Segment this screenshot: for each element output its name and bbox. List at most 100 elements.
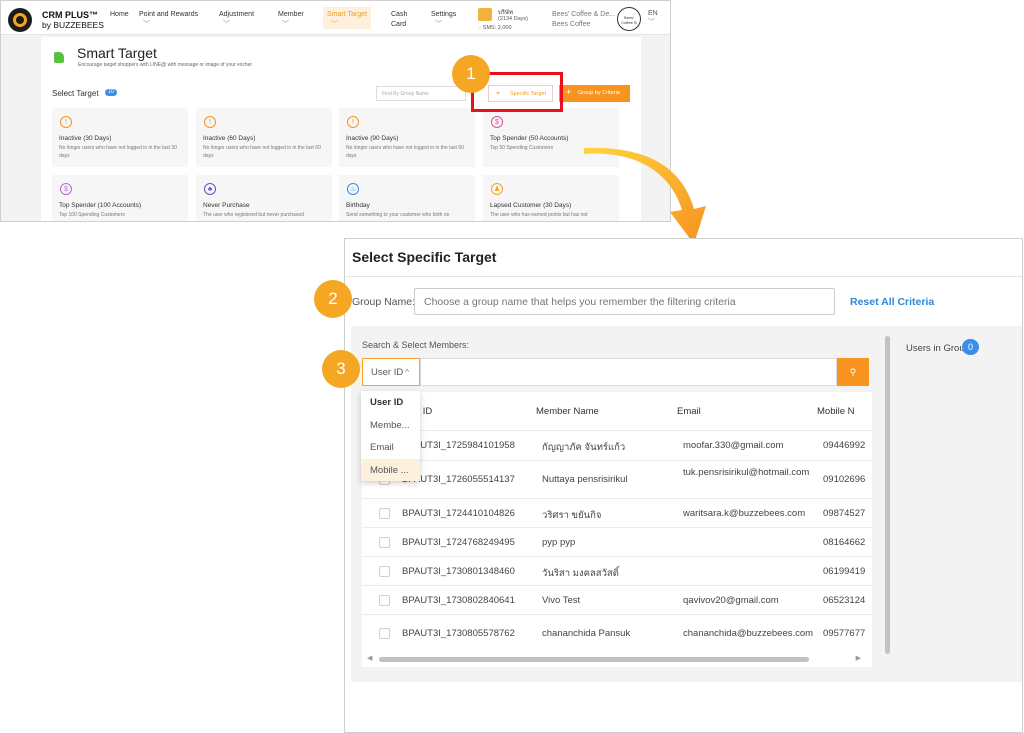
member-search-input[interactable] <box>420 358 837 386</box>
find-group-input[interactable]: Find By Group Name <box>376 86 466 101</box>
cell-email: moofar.330@gmail.com <box>683 440 784 451</box>
cell-user-id: BPAUT3I_1724410104826 <box>402 508 515 519</box>
dropdown-option-mobile[interactable]: Mobile ... <box>361 458 420 481</box>
table-row[interactable]: BPAUT3I_1730802840641 Vivo Test qavivov20@… <box>362 585 872 614</box>
chevron-down-icon: ﹀ <box>648 19 655 26</box>
target-card[interactable]: ! Inactive (90 Days) No longer users who h… <box>339 108 475 167</box>
horizontal-scrollbar[interactable]: ◀ ▶ <box>367 655 867 663</box>
target-card-description: Top 100 Spending Customers <box>59 212 125 218</box>
select-target-label: Select Target <box>52 89 99 98</box>
shop-info[interactable]: Bees' Coffee & De... Bees Coffee <box>552 10 615 30</box>
nav-home[interactable]: Home <box>110 10 129 20</box>
target-card-description: The user who registered but never purcha… <box>203 212 304 218</box>
cell-mobile: 06523124 <box>823 595 866 606</box>
users-icon: ♟ <box>491 183 503 195</box>
cell-member-name: Nuttaya pensrisirikul <box>542 474 628 485</box>
target-card-description: No longer users who have not logged in i… <box>59 145 177 159</box>
nav-settings[interactable]: Settings ﹀ <box>431 10 456 30</box>
page-subtitle: Encourage target shoppers with LINE@ wit… <box>78 62 253 68</box>
search-icon: ⚲ <box>849 367 857 377</box>
target-card[interactable]: $ Top Spender (100 Accounts) Top 100 Spend… <box>52 175 188 221</box>
cell-user-id: BPAUT3I_1730805578762 <box>402 628 515 639</box>
target-card-title: Inactive (30 Days) <box>59 135 112 142</box>
nav-point-and-rewards[interactable]: Point and Rewards ﹀ <box>139 10 198 30</box>
column-header-mobile[interactable]: Mobile N <box>817 406 855 417</box>
search-type-select[interactable]: User ID ^ <box>362 358 420 386</box>
chevron-down-icon: ﹀ <box>282 21 289 28</box>
table-row[interactable]: BPAUT3I_1730801348460 วันริสา มงคลสวัสดิ์… <box>362 556 872 585</box>
target-card-title: Top Spender (50 Accounts) <box>490 135 569 142</box>
target-card-description: Send something to your customer who birt… <box>346 212 450 218</box>
smart-target-icon <box>54 52 64 63</box>
select-specific-target-dialog: Select Specific Target Group Name: Reset… <box>344 238 1023 733</box>
members-table: User ID Member Name Email Mobile N BPAUT… <box>362 392 872 667</box>
target-card-title: Top Spender (100 Accounts) <box>59 202 142 209</box>
target-card[interactable]: ♨ Birthday Send something to your customer… <box>339 175 475 221</box>
cell-email: chananchida@buzzebees.com <box>683 628 814 639</box>
nav-smart-target[interactable]: Smart Target ﹀ <box>323 7 371 29</box>
cell-user-id: BPAUT3I_1730801348460 <box>402 566 515 577</box>
chevron-down-icon: ﹀ <box>143 21 150 28</box>
cell-member-name: pyp pyp <box>542 537 576 548</box>
cell-email: tuk.pensrisirikul@hotmail.com <box>683 467 810 478</box>
alert-icon: ! <box>347 116 359 128</box>
smart-target-page: Smart Target Encourage target shoppers w… <box>41 37 641 221</box>
column-header-member-name[interactable]: Member Name <box>536 406 599 417</box>
target-card[interactable]: ! Inactive (60 Days) No longer users who h… <box>196 108 332 167</box>
row-checkbox[interactable] <box>379 628 390 639</box>
dropdown-option-email[interactable]: Email <box>361 436 420 459</box>
nav-member[interactable]: Member ﹀ <box>278 10 304 30</box>
row-checkbox[interactable] <box>379 566 390 577</box>
target-card-description: No longer users who have not logged in i… <box>346 145 464 159</box>
search-members-label: Search & Select Members: <box>362 340 470 350</box>
reset-all-criteria-link[interactable]: Reset All Criteria <box>850 296 934 308</box>
step-badge-3: 3 <box>322 350 360 388</box>
bell-icon: ♣ <box>204 183 216 195</box>
alert-icon: ! <box>204 116 216 128</box>
divider <box>345 276 1022 277</box>
cell-mobile: 06199419 <box>823 566 866 577</box>
page-title: Smart Target <box>77 45 157 61</box>
crm-logo-icon[interactable] <box>8 8 32 32</box>
scroll-right-icon[interactable]: ▶ <box>856 654 861 662</box>
target-card[interactable]: ♣ Never Purchase The user who registered b… <box>196 175 332 221</box>
table-row[interactable]: BPAUT3I_1730805578762 chananchida Pansuk c… <box>362 614 872 652</box>
scroll-left-icon[interactable]: ◀ <box>367 654 372 662</box>
column-header-email[interactable]: Email <box>677 406 701 417</box>
dropdown-option-member-name[interactable]: Membe... <box>361 414 420 437</box>
cell-member-name: วันริสา มงคลสวัสดิ์ <box>542 568 619 579</box>
target-card-title: Inactive (60 Days) <box>203 135 256 142</box>
group-by-criteria-button[interactable]: + Group by Criteria <box>559 85 630 102</box>
search-button[interactable]: ⚲ <box>837 358 869 386</box>
language-switch[interactable]: EN ﹀ <box>648 10 658 27</box>
users-in-group-count: 0 <box>962 339 979 355</box>
nav-cash-card[interactable]: Cash Card <box>391 10 413 30</box>
dropdown-option-user-id[interactable]: User ID <box>361 391 420 414</box>
target-count-badge: 10 <box>105 89 117 96</box>
group-name-input[interactable] <box>414 288 835 315</box>
target-card-title: Inactive (90 Days) <box>346 135 399 142</box>
coin-icon: $ <box>60 183 72 195</box>
table-row[interactable]: BPAUT3I_1724768249495 pyp pyp 08164662 <box>362 527 872 556</box>
shop-avatar[interactable]: Bees' Coffee B <box>617 7 641 31</box>
table-row[interactable]: BPAUT3I_1725984101958 กัญญาภัค จันทร์แก้ว… <box>362 430 872 460</box>
nav-adjustment[interactable]: Adjustment ﹀ <box>219 10 254 30</box>
wallet-icon <box>478 8 492 21</box>
table-row[interactable]: BPAUT3I_1724410104826 วริศรา ขยันกิจ warit… <box>362 498 872 527</box>
cell-member-name: กัญญาภัค จันทร์แก้ว <box>542 442 626 453</box>
cell-mobile: 09577677 <box>823 628 866 639</box>
coin-icon: $ <box>491 116 503 128</box>
cell-member-name: Vivo Test <box>542 595 581 606</box>
top-navbar: CRM PLUS™ by BUZZEBEES Home Point and Re… <box>1 1 670 35</box>
credit-days: (2134 Days) <box>498 16 528 22</box>
cell-email: qavivov20@gmail.com <box>683 595 779 606</box>
vertical-scrollbar[interactable] <box>885 336 890 654</box>
table-row[interactable]: BPAUT3I_1726055514137 Nuttaya pensrisirik… <box>362 460 872 498</box>
target-card[interactable]: ! Inactive (30 Days) No longer users who h… <box>52 108 188 167</box>
member-search-panel: Search & Select Members: User ID^ ⚲ User… <box>351 326 1022 682</box>
row-checkbox[interactable] <box>379 537 390 548</box>
row-checkbox[interactable] <box>379 508 390 519</box>
target-card-title: Birthday <box>346 202 370 209</box>
brand-name: CRM PLUS™ <box>42 10 98 20</box>
row-checkbox[interactable] <box>379 595 390 606</box>
